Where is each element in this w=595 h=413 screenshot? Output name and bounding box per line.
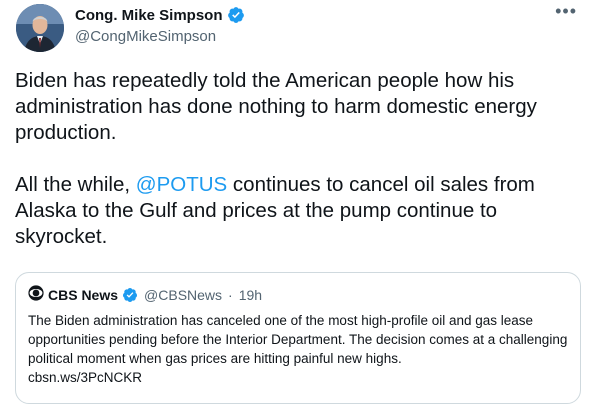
tweet: Cong. Mike Simpson @CongMikeSimpson ••• … [0, 0, 595, 413]
quoted-author-name[interactable]: CBS News [48, 287, 118, 303]
verified-badge-icon [227, 6, 245, 24]
quoted-tweet-card[interactable]: CBS News @CBSNews · 19h The Biden admini… [15, 272, 581, 404]
quoted-tweet-header: CBS News @CBSNews · 19h [28, 285, 262, 304]
avatar-portrait-icon [16, 4, 64, 52]
avatar[interactable] [16, 4, 64, 52]
mention-link[interactable]: @POTUS [136, 173, 227, 196]
quoted-author-handle[interactable]: @CBSNews [144, 287, 222, 303]
quoted-timestamp[interactable]: 19h [239, 287, 262, 303]
quoted-tweet-text: The Biden administration has canceled on… [28, 311, 568, 387]
cbs-eye-logo-icon [28, 285, 44, 304]
more-options-icon[interactable]: ••• [555, 2, 577, 20]
tweet-paragraph-1: Biden has repeatedly told the American p… [15, 69, 537, 144]
tweet-text: Biden has repeatedly told the American p… [15, 68, 585, 250]
author-name-row: Cong. Mike Simpson [75, 6, 245, 24]
tweet-author: Cong. Mike Simpson @CongMikeSimpson [75, 6, 245, 45]
tweet-paragraph-2: All the while, @POTUS continues to cance… [15, 172, 585, 250]
meta-separator: · [228, 286, 233, 303]
quoted-tweet-body: The Biden administration has canceled on… [28, 313, 568, 366]
author-handle[interactable]: @CongMikeSimpson [75, 28, 245, 45]
verified-badge-icon [122, 287, 138, 303]
tweet-text-segment: All the while, [15, 173, 136, 196]
quoted-tweet-link[interactable]: cbsn.ws/3PcNCKR [28, 368, 568, 387]
author-name[interactable]: Cong. Mike Simpson [75, 7, 223, 24]
